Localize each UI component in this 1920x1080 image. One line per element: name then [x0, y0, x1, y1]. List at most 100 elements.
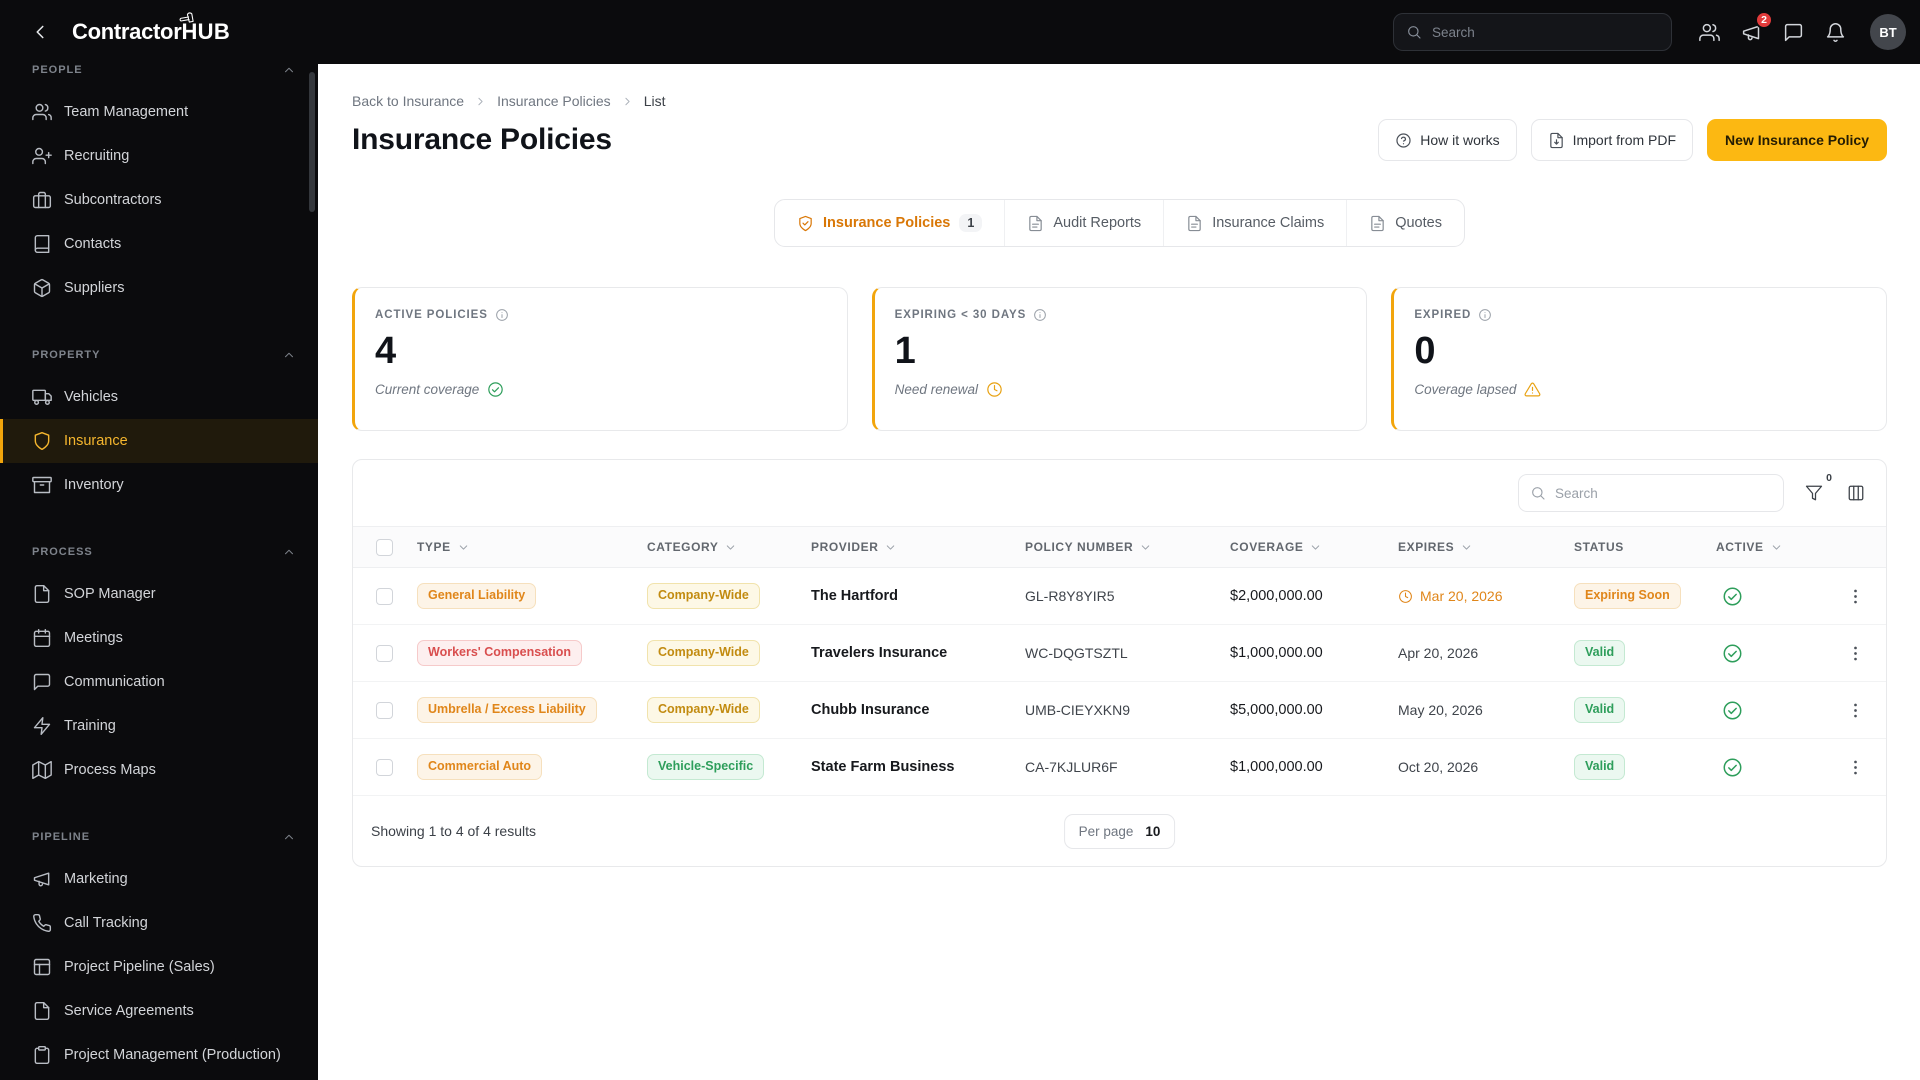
main-content: Back to Insurance Insurance Policies Lis… — [318, 64, 1920, 1080]
sidebar-item-label: Meetings — [64, 630, 123, 646]
community-button[interactable] — [1696, 19, 1722, 45]
sort-chevron-icon — [1460, 541, 1473, 554]
breadcrumb-insurance-policies[interactable]: Insurance Policies — [497, 93, 611, 109]
topbar: ContractorHUB 2 BT — [0, 0, 1920, 64]
sidebar-item-service-agreements[interactable]: Service Agreements — [0, 989, 318, 1033]
back-button[interactable] — [22, 14, 58, 50]
sidebar-item-meetings[interactable]: Meetings — [0, 616, 318, 660]
active-indicator — [1716, 757, 1816, 778]
sidebar-item-subcontractors[interactable]: Subcontractors — [0, 178, 318, 222]
tab-label: Audit Reports — [1053, 215, 1142, 231]
sidebar-scrollbar[interactable] — [309, 72, 315, 212]
bell-icon — [1825, 22, 1846, 43]
notifications-button[interactable] — [1822, 19, 1848, 45]
new-insurance-policy-button[interactable]: New Insurance Policy — [1707, 119, 1887, 161]
tab-insurance-policies[interactable]: Insurance Policies 1 — [775, 200, 1004, 246]
column-header-coverage[interactable]: COVERAGE — [1230, 540, 1398, 554]
sidebar-section-property[interactable]: PROPERTY — [0, 335, 318, 375]
breadcrumb-back-to-insurance[interactable]: Back to Insurance — [352, 93, 464, 109]
clock-icon — [986, 381, 1003, 398]
chevron-right-icon — [621, 95, 634, 108]
import-from-pdf-button[interactable]: Import from PDF — [1530, 119, 1694, 161]
tab-group: Insurance Policies 1 Audit Reports Insur… — [774, 199, 1465, 247]
sidebar-section-process[interactable]: PROCESS — [0, 532, 318, 572]
column-header-policy-number[interactable]: POLICY NUMBER — [1025, 540, 1230, 554]
sidebar-section-people[interactable]: PEOPLE — [0, 64, 318, 90]
active-indicator — [1716, 643, 1816, 664]
row-checkbox[interactable] — [376, 644, 393, 662]
sidebar-item-label: Project Pipeline (Sales) — [64, 959, 215, 975]
kebab-menu-icon — [1846, 758, 1865, 777]
policy-number-cell: GL-R8Y8YIR5 — [1025, 588, 1115, 604]
global-search-input[interactable] — [1393, 13, 1672, 51]
sidebar-item-team-management[interactable]: Team Management — [0, 90, 318, 134]
sidebar-item-label: Training — [64, 718, 116, 734]
column-header-expires[interactable]: EXPIRES — [1398, 540, 1574, 554]
avatar[interactable]: BT — [1870, 14, 1906, 50]
columns-button[interactable] — [1844, 481, 1868, 505]
app-logo[interactable]: Contractor HUB — [72, 19, 230, 45]
stat-subtext: Coverage lapsed — [1414, 382, 1517, 397]
type-badge: Umbrella / Excess Liability — [417, 697, 597, 723]
sidebar-item-contacts[interactable]: Contacts — [0, 222, 318, 266]
row-actions-button[interactable] — [1840, 695, 1870, 725]
messages-button[interactable] — [1780, 19, 1806, 45]
row-actions-button[interactable] — [1840, 752, 1870, 782]
category-badge: Company-Wide — [647, 697, 760, 723]
tab-insurance-claims[interactable]: Insurance Claims — [1163, 200, 1346, 246]
chevron-up-icon — [282, 830, 296, 844]
sidebar-item-label: Process Maps — [64, 762, 156, 778]
sidebar-item-process-maps[interactable]: Process Maps — [0, 748, 318, 792]
info-icon[interactable] — [495, 308, 509, 322]
table-row: Commercial Auto Vehicle-Specific State F… — [353, 739, 1886, 796]
sidebar-item-call-tracking[interactable]: Call Tracking — [0, 901, 318, 945]
per-page-select[interactable]: Per page 10 — [1063, 813, 1176, 849]
row-checkbox[interactable] — [376, 701, 393, 719]
category-badge: Vehicle-Specific — [647, 754, 765, 780]
sidebar-section-pipeline[interactable]: PIPELINE — [0, 817, 318, 857]
sidebar-item-suppliers[interactable]: Suppliers — [0, 266, 318, 310]
sidebar-item-label: Contacts — [64, 236, 122, 252]
info-icon[interactable] — [1478, 308, 1492, 322]
tab-audit-reports[interactable]: Audit Reports — [1004, 200, 1163, 246]
column-header-type[interactable]: TYPE — [417, 540, 647, 554]
sidebar-item-vehicles[interactable]: Vehicles — [0, 375, 318, 419]
sidebar-item-sop-manager[interactable]: SOP Manager — [0, 572, 318, 616]
announcements-button[interactable]: 2 — [1738, 11, 1773, 45]
zap-icon — [32, 716, 52, 736]
how-it-works-button[interactable]: How it works — [1378, 119, 1517, 161]
row-checkbox[interactable] — [376, 758, 393, 776]
topbar-right-cluster: 2 BT — [1393, 11, 1906, 51]
column-header-active[interactable]: ACTIVE — [1716, 540, 1816, 554]
sidebar-item-marketing[interactable]: Marketing — [0, 857, 318, 901]
sidebar-item-project-pipeline[interactable]: Project Pipeline (Sales) — [0, 945, 318, 989]
sidebar-item-inventory[interactable]: Inventory — [0, 463, 318, 507]
tab-quotes[interactable]: Quotes — [1346, 200, 1464, 246]
sidebar-item-insurance[interactable]: Insurance — [0, 419, 318, 463]
row-checkbox[interactable] — [376, 587, 393, 605]
document-icon — [1027, 215, 1044, 232]
select-all-checkbox[interactable] — [376, 538, 393, 556]
table-row: Workers' Compensation Company-Wide Trave… — [353, 625, 1886, 682]
column-header-status[interactable]: STATUS — [1574, 540, 1716, 554]
shield-icon — [32, 431, 52, 451]
expires-cell: May 20, 2026 — [1398, 702, 1483, 718]
sidebar-item-communication[interactable]: Communication — [0, 660, 318, 704]
column-header-category[interactable]: CATEGORY — [647, 540, 811, 554]
breadcrumb: Back to Insurance Insurance Policies Lis… — [352, 93, 1887, 109]
table-search — [1518, 474, 1784, 512]
sidebar-item-project-management[interactable]: Project Management (Production) — [0, 1033, 318, 1077]
sidebar-item-recruiting[interactable]: Recruiting — [0, 134, 318, 178]
column-header-provider[interactable]: PROVIDER — [811, 540, 1025, 554]
info-icon[interactable] — [1033, 308, 1047, 322]
row-actions-button[interactable] — [1840, 581, 1870, 611]
filter-button[interactable]: 0 — [1802, 472, 1832, 505]
table-search-input[interactable] — [1518, 474, 1784, 512]
sort-chevron-icon — [1770, 541, 1783, 554]
sidebar-item-training[interactable]: Training — [0, 704, 318, 748]
row-actions-button[interactable] — [1840, 638, 1870, 668]
active-indicator — [1716, 586, 1816, 607]
check-circle-icon — [1722, 757, 1743, 778]
results-summary: Showing 1 to 4 of 4 results — [371, 823, 536, 839]
sidebar-item-label: SOP Manager — [64, 586, 156, 602]
